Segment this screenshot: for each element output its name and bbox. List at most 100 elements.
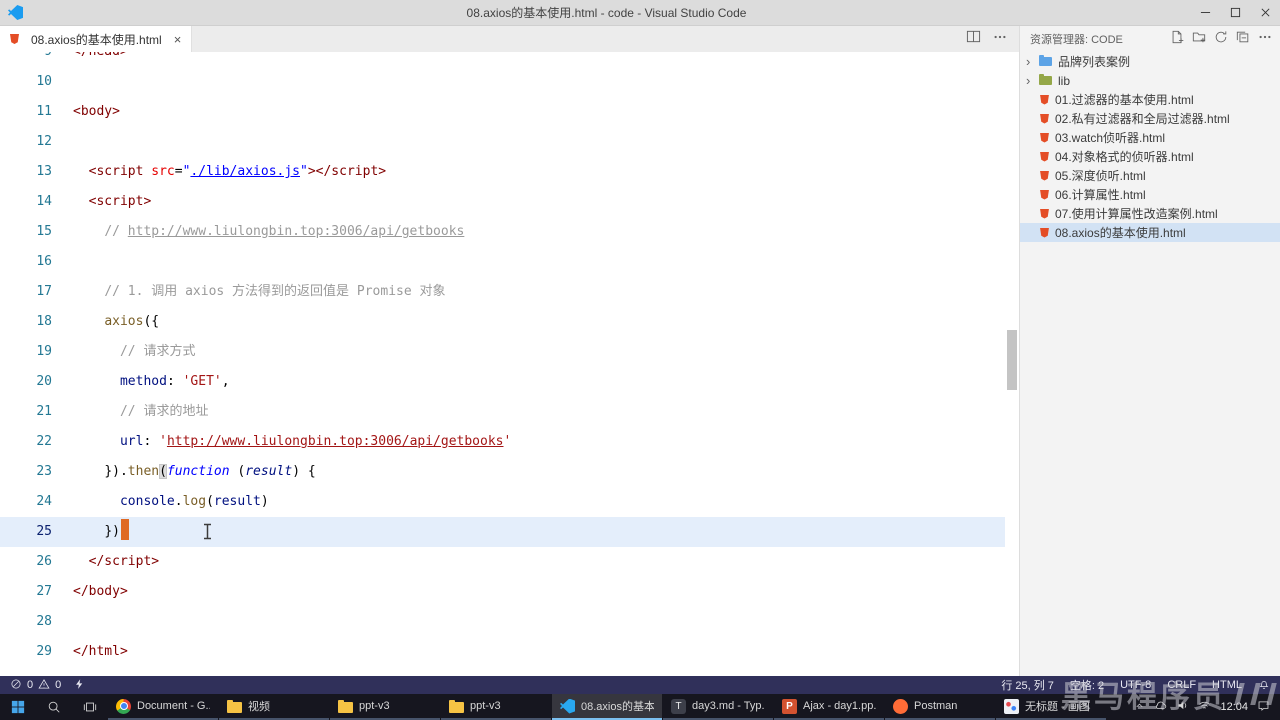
- explorer-item-5[interactable]: 03.watch侦听器.html: [1020, 128, 1280, 147]
- code-token: // 1. 调用 axios 方法得到的返回值是 Promise 对象: [104, 284, 446, 299]
- task-view-icon[interactable]: [72, 694, 108, 720]
- scrollbar-thumb[interactable]: [1007, 330, 1017, 390]
- code-line-21[interactable]: 21 // 请求的地址: [0, 397, 1005, 427]
- taskbar-app-1[interactable]: Document - G...: [108, 694, 218, 720]
- statusbar-item-3[interactable]: UTF-8: [1120, 679, 1151, 691]
- statusbar-item-4[interactable]: CRLF: [1167, 679, 1196, 691]
- explorer-item-label: lib: [1058, 73, 1071, 88]
- problems-indicator[interactable]: 0 0: [10, 678, 85, 693]
- taskbar-app-9[interactable]: 无标题 - 画图: [996, 694, 1106, 720]
- line-number: 25: [36, 524, 52, 539]
- code-line-29[interactable]: 29 </html>: [0, 637, 1005, 667]
- vscode-window: 08.axios的基本使用.html - code - Visual Studi…: [0, 0, 1280, 720]
- close-button[interactable]: [1250, 0, 1280, 25]
- tab-08-axios[interactable]: 08.axios的基本使用.html ×: [0, 26, 193, 52]
- taskbar-app-3[interactable]: ppt-v3: [330, 694, 440, 720]
- code-line-11[interactable]: 11 <body>: [0, 97, 1005, 127]
- code-token: ': [159, 434, 167, 449]
- code-line-10[interactable]: 10: [0, 67, 1005, 97]
- clock[interactable]: 12:04: [1220, 701, 1248, 713]
- tab-close-icon[interactable]: ×: [174, 32, 182, 47]
- code-token: http://www.liulongbin.top:3006/api/getbo…: [127, 224, 465, 239]
- explorer-item-3[interactable]: 01.过滤器的基本使用.html: [1020, 90, 1280, 109]
- system-tray: 12:04: [1128, 694, 1280, 720]
- code-content: </head>: [52, 52, 128, 67]
- taskbar-app-label: Document - G...: [137, 700, 210, 712]
- network-icon[interactable]: [1198, 699, 1211, 715]
- explorer-item-label: 04.对象格式的侦听器.html: [1055, 150, 1194, 164]
- split-editor-icon[interactable]: [966, 29, 981, 49]
- explorer-item-9[interactable]: 07.使用计算属性改造案例.html: [1020, 204, 1280, 223]
- editor-scrollbar[interactable]: [1005, 52, 1019, 676]
- collapse-all-icon[interactable]: [1236, 30, 1250, 49]
- statusbar-item-2[interactable]: 空格: 2: [1070, 677, 1104, 693]
- search-icon[interactable]: [36, 694, 72, 720]
- views-more-icon[interactable]: [1258, 30, 1272, 49]
- html-file-icon: [1040, 151, 1049, 162]
- explorer-item-7[interactable]: 05.深度侦听.html: [1020, 166, 1280, 185]
- minimize-button[interactable]: [1190, 0, 1220, 25]
- code-line-13[interactable]: 13 <script src="./lib/axios.js"></script…: [0, 157, 1005, 187]
- line-number: 28: [36, 614, 52, 629]
- cloud-icon[interactable]: [1154, 699, 1167, 715]
- start-button[interactable]: [0, 694, 36, 720]
- code-line-22[interactable]: 22 url: 'http://www.liulongbin.top:3006/…: [0, 427, 1005, 457]
- taskbar-app-8[interactable]: Postman: [885, 694, 995, 720]
- statusbar-item-1[interactable]: 行 25, 列 7: [1001, 677, 1054, 693]
- new-file-icon[interactable]: [1170, 30, 1184, 49]
- code-line-24[interactable]: 24 console.log(result): [0, 487, 1005, 517]
- code-line-28[interactable]: 28: [0, 607, 1005, 637]
- status-bar: 0 0 行 25, 列 7 空格: 2 UTF-8 CRLF HTML: [0, 676, 1280, 694]
- code-line-14[interactable]: 14 <script>: [0, 187, 1005, 217]
- code-editor[interactable]: 9 </head> 10 11 <body> 12 13 <script src= "./li…: [0, 52, 1019, 676]
- taskbar-app-7[interactable]: Ajax - day1.pp...: [774, 694, 884, 720]
- maximize-button[interactable]: [1220, 0, 1250, 25]
- taskbar-app-2[interactable]: 视频: [219, 694, 329, 720]
- code-line-19[interactable]: 19 // 请求方式: [0, 337, 1005, 367]
- code-token: </html>: [73, 644, 128, 659]
- html-file-icon: [1040, 113, 1049, 124]
- code-line-12[interactable]: 12: [0, 127, 1005, 157]
- code-token: </script>: [315, 164, 387, 179]
- code-line-26[interactable]: 26 </script>: [0, 547, 1005, 577]
- code-line-17[interactable]: 17 // 1. 调用 axios 方法得到的返回值是 Promise 对象: [0, 277, 1005, 307]
- statusbar-item-5[interactable]: HTML: [1212, 679, 1242, 691]
- explorer-item-10[interactable]: 08.axios的基本使用.html: [1020, 223, 1280, 242]
- refresh-icon[interactable]: [1214, 30, 1228, 49]
- new-folder-icon[interactable]: [1192, 30, 1206, 49]
- explorer-item-2[interactable]: › lib: [1020, 71, 1280, 90]
- code-line-25[interactable]: 25 }): [0, 517, 1005, 547]
- taskbar-app-6[interactable]: day3.md - Typ...: [663, 694, 773, 720]
- notification-center-icon[interactable]: [1257, 699, 1270, 715]
- volume-icon[interactable]: [1176, 699, 1189, 715]
- code-token: .: [174, 494, 183, 509]
- error-count: 0: [27, 679, 34, 691]
- code-token: (: [159, 464, 167, 479]
- code-token: //: [104, 224, 128, 239]
- bell-icon[interactable]: [1258, 678, 1270, 693]
- tray-chevron-up-icon[interactable]: [1134, 700, 1145, 714]
- more-actions-icon[interactable]: [993, 30, 1007, 49]
- explorer-item-6[interactable]: 04.对象格式的侦听器.html: [1020, 147, 1280, 166]
- code-line-20[interactable]: 20 method: 'GET',: [0, 367, 1005, 397]
- code-line-27[interactable]: 27 </body>: [0, 577, 1005, 607]
- explorer-item-8[interactable]: 06.计算属性.html: [1020, 185, 1280, 204]
- code-line-18[interactable]: 18 axios({: [0, 307, 1005, 337]
- code-line-23[interactable]: 23 }).then(function (result) {: [0, 457, 1005, 487]
- explorer-header: 资源管理器: CODE: [1030, 34, 1123, 46]
- folder-icon: [227, 699, 242, 713]
- code-token: <script: [88, 164, 144, 179]
- explorer-item-1[interactable]: › 品牌列表案例: [1020, 52, 1280, 71]
- taskbar-app-label: day3.md - Typ...: [692, 700, 765, 712]
- code-line-16[interactable]: 16: [0, 247, 1005, 277]
- explorer-item-4[interactable]: 02.私有过滤器和全局过滤器.html: [1020, 109, 1280, 128]
- taskbar-app-5[interactable]: 08.axios的基本...: [552, 694, 662, 720]
- code-line-15[interactable]: 15 // http://www.liulongbin.top:3006/api…: [0, 217, 1005, 247]
- code-token: }): [104, 524, 120, 539]
- zap-icon[interactable]: [74, 678, 85, 693]
- code-line-9[interactable]: 9 </head>: [0, 52, 1005, 67]
- taskbar-app-4[interactable]: ppt-v3: [441, 694, 551, 720]
